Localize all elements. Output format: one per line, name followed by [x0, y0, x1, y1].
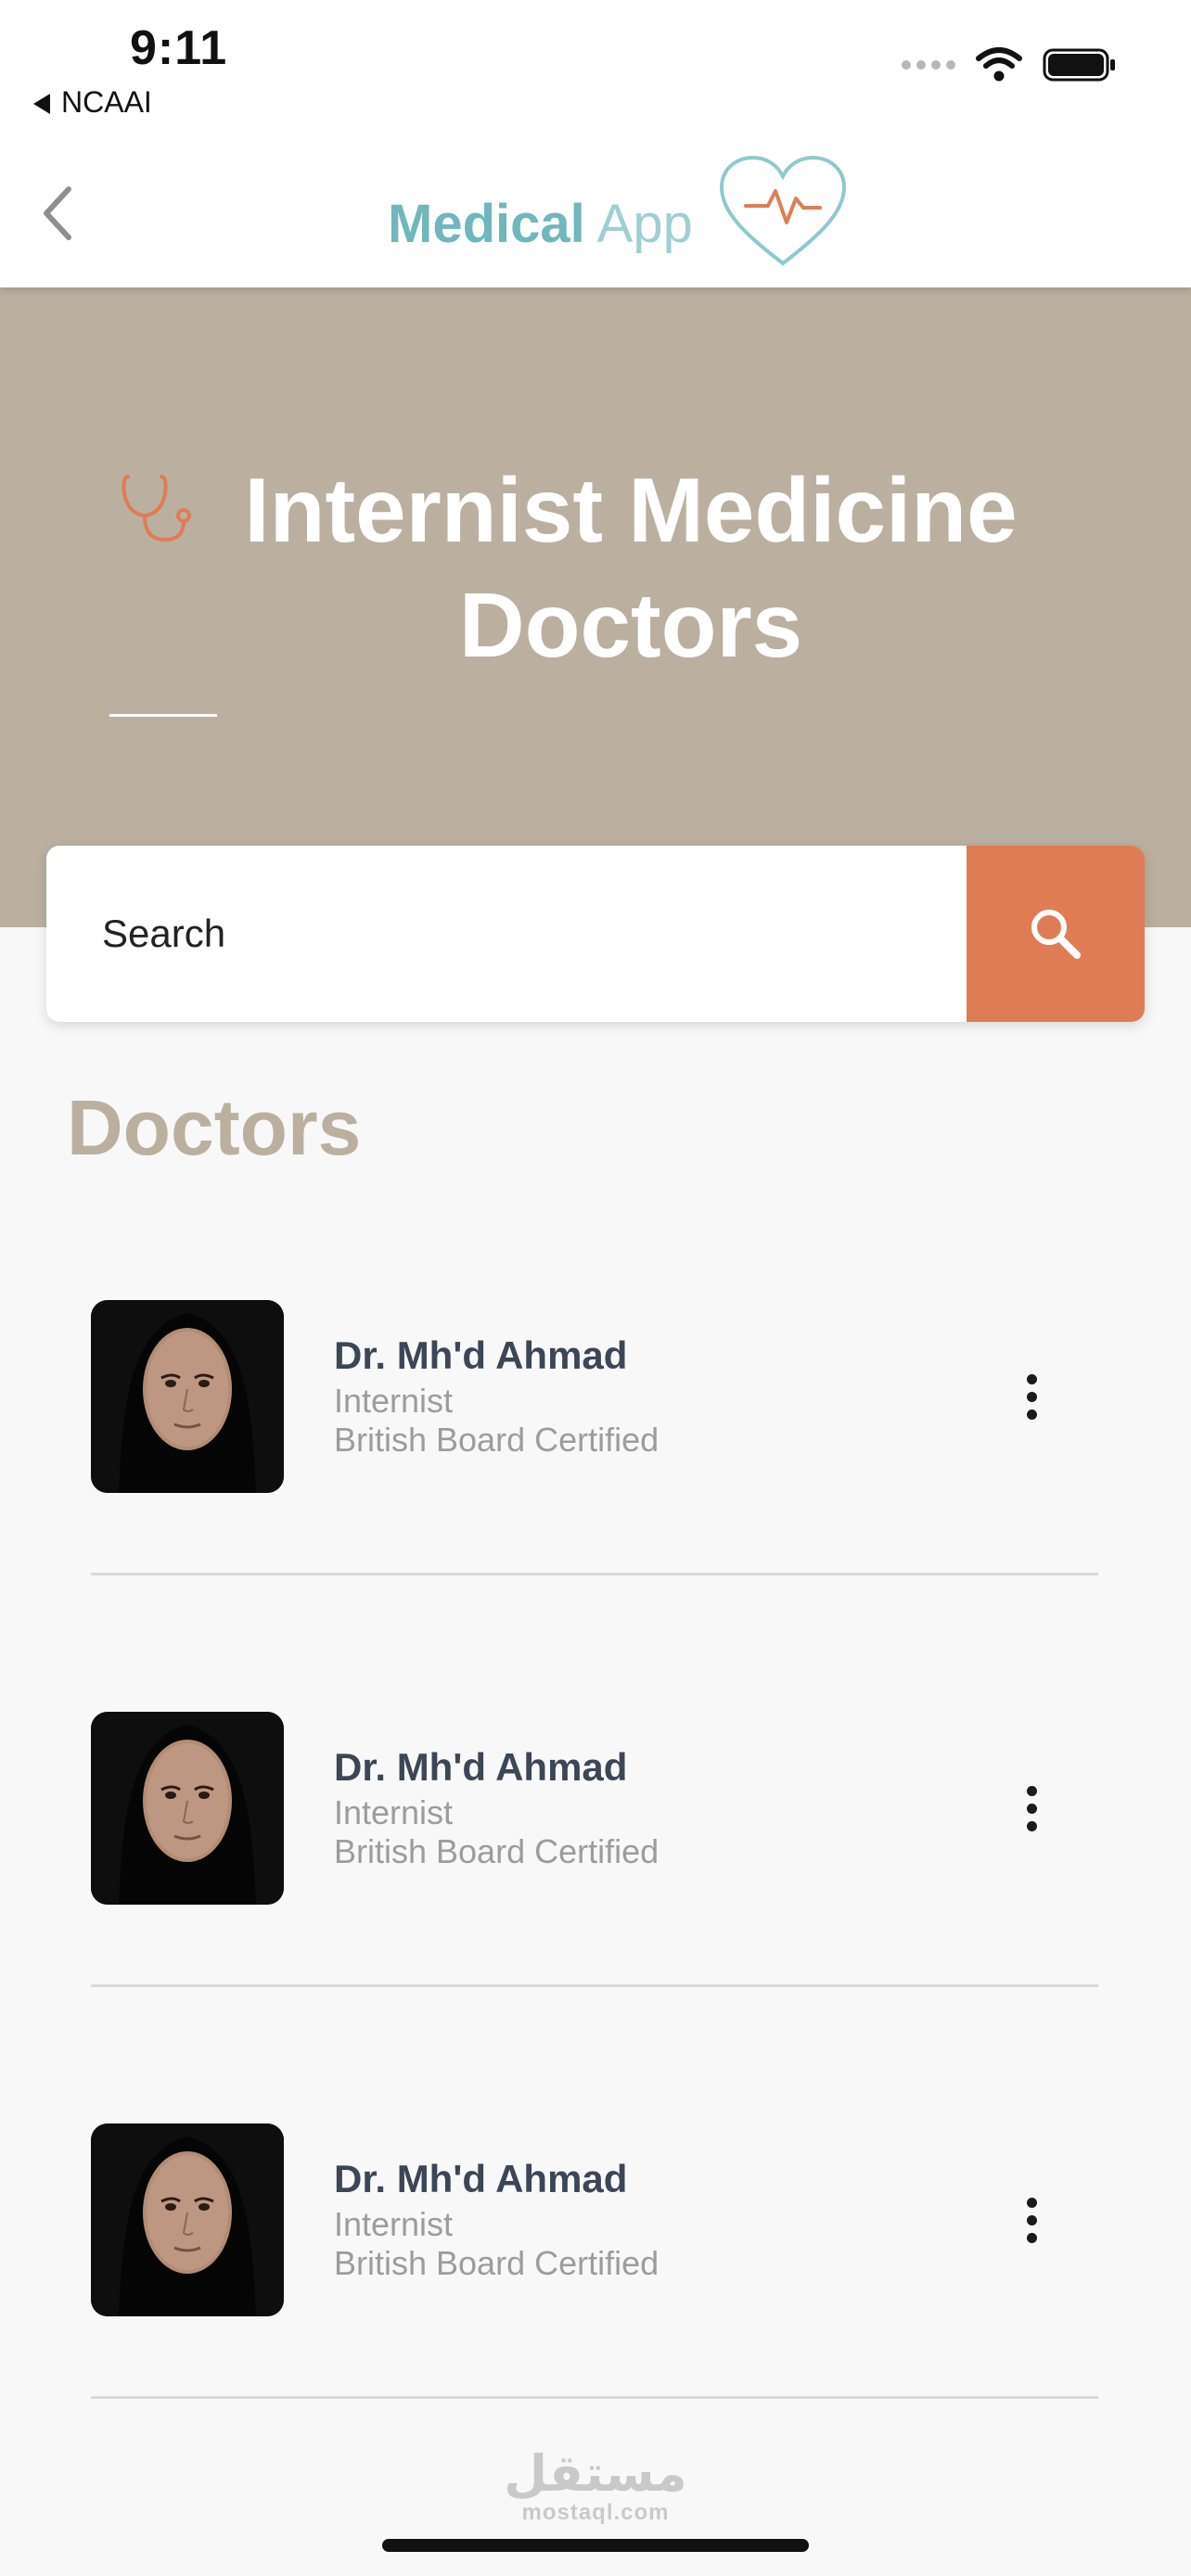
back-triangle-icon: [33, 94, 50, 114]
doctor-name: Dr. Mh'd Ahmad: [334, 1333, 628, 1377]
doctor-specialty: Internist: [334, 2205, 454, 2243]
title-underline: [109, 714, 217, 717]
watermark-arabic: مستقل: [504, 2444, 687, 2503]
doctor-avatar: [91, 1712, 284, 1905]
doctor-avatar: [91, 2123, 284, 2316]
row-divider: [91, 1573, 1098, 1575]
doctor-card[interactable]: Dr. Mh'd Ahmad Internist British Board C…: [0, 2057, 1191, 2468]
status-icons: [902, 46, 1117, 83]
watermark-logo: مستقل mostaql.com: [482, 2448, 709, 2526]
wifi-icon: [976, 47, 1022, 82]
row-divider: [91, 1984, 1098, 1987]
brand-word-app: App: [584, 194, 693, 254]
back-button[interactable]: [33, 176, 89, 250]
brand-text: Medical App: [388, 193, 693, 255]
doctor-avatar: [91, 1300, 284, 1493]
status-bar: 9:11 NCAAI: [0, 0, 1191, 139]
doctor-specialty: Internist: [334, 1793, 454, 1831]
chevron-left-icon: [44, 186, 71, 240]
status-back-to-app[interactable]: NCAAI: [33, 85, 152, 120]
nav-bar: Medical App: [0, 139, 1191, 287]
doctor-certification: British Board Certified: [334, 1832, 660, 1870]
doctor-specialty: Internist: [334, 1382, 454, 1420]
doctor-name: Dr. Mh'd Ahmad: [334, 2157, 628, 2200]
search-input[interactable]: [46, 846, 967, 1022]
brand-word-medical: Medical: [388, 194, 585, 254]
more-options-button[interactable]: [1002, 1771, 1061, 1845]
more-vertical-icon-dot: [1026, 2197, 1037, 2208]
cellular-signal-icon: [902, 60, 955, 70]
brand-logo: Medical App: [388, 152, 852, 273]
home-indicator[interactable]: [382, 2539, 809, 2552]
doctor-card[interactable]: Dr. Mh'd Ahmad Internist British Board C…: [0, 1233, 1191, 1645]
battery-icon: [1043, 48, 1115, 82]
more-options-button[interactable]: [1002, 1359, 1061, 1434]
more-vertical-icon-dot: [1026, 1373, 1037, 1384]
watermark-latin: mostaql.com: [521, 2500, 670, 2525]
doctor-certification: British Board Certified: [334, 2244, 660, 2282]
doctor-card[interactable]: Dr. Mh'd Ahmad Internist British Board C…: [0, 1645, 1191, 2057]
section-title: Doctors: [67, 1084, 362, 1171]
search-icon: [1031, 910, 1081, 959]
search-button[interactable]: [967, 846, 1145, 1022]
hero-banner: Internist Medicine Doctors: [0, 287, 1191, 927]
status-time: 9:11: [130, 21, 228, 75]
status-back-app-label: NCAAI: [61, 85, 152, 119]
doctor-certification: British Board Certified: [334, 1421, 660, 1459]
more-vertical-icon-dot: [1026, 1785, 1037, 1796]
doctor-name: Dr. Mh'd Ahmad: [334, 1745, 628, 1789]
page-title: Internist Medicine Doctors: [244, 459, 1018, 676]
row-divider: [91, 2396, 1098, 2399]
more-options-button[interactable]: [1002, 2183, 1061, 2257]
search-bar: [46, 846, 1145, 1022]
heart-pulse-icon: [719, 155, 847, 266]
